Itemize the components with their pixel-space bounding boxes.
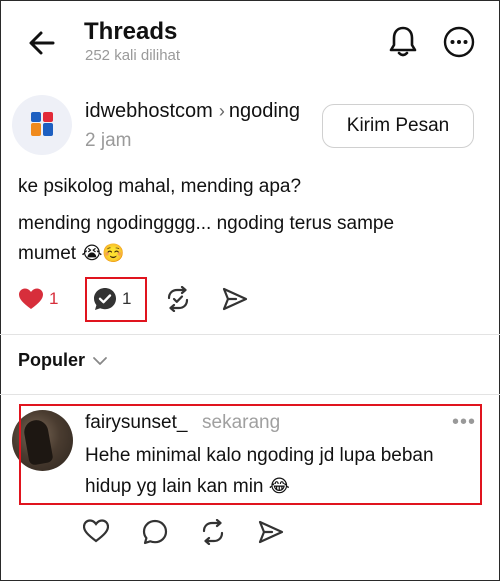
view-count: 252 kali dilihat <box>85 47 181 64</box>
back-button[interactable] <box>26 28 58 58</box>
share-icon <box>258 520 284 544</box>
section-divider <box>0 334 500 335</box>
heart-icon <box>82 519 110 543</box>
comment-share-button[interactable] <box>258 520 284 549</box>
send-message-button[interactable]: Kirim Pesan <box>322 104 474 148</box>
sort-dropdown[interactable]: Populer <box>18 350 109 371</box>
page-title: Threads <box>84 18 178 45</box>
post-text-line-3-words: mumet <box>18 243 77 264</box>
bell-icon <box>389 26 417 57</box>
reply-highlight-box <box>85 277 147 322</box>
heart-icon <box>19 288 43 309</box>
repost-icon <box>202 518 224 546</box>
post-text-line-2: mending ngodingggg... ngoding terus samp… <box>18 213 395 234</box>
post-topic[interactable]: ngoding <box>229 100 300 122</box>
post-author-name[interactable]: idwebhostcom <box>85 100 213 122</box>
like-count: 1 <box>49 289 59 308</box>
comment-repost-button[interactable] <box>199 518 227 550</box>
like-button[interactable]: 1 <box>18 287 58 311</box>
post-text-line-1: ke psikolog mahal, mending apa? <box>18 176 302 197</box>
repost-icon <box>167 286 189 312</box>
share-icon <box>222 287 248 311</box>
more-options-icon <box>443 26 475 58</box>
author-avatar[interactable] <box>12 95 72 155</box>
back-arrow-icon <box>29 31 55 55</box>
chevron-right-icon: › <box>218 101 225 121</box>
sort-label: Populer <box>18 350 86 370</box>
chevron-down-icon <box>93 356 107 365</box>
share-button[interactable] <box>222 287 248 311</box>
comment-like-button[interactable] <box>82 519 110 548</box>
section-divider <box>0 394 500 395</box>
post-emoji: 😭☺️ <box>81 243 125 264</box>
post-time: 2 jam <box>85 130 132 151</box>
repost-button[interactable] <box>164 286 192 312</box>
post-author-line[interactable]: idwebhostcom › ngoding <box>85 100 300 123</box>
comment-reply-button[interactable] <box>142 519 168 550</box>
notifications-button[interactable] <box>387 24 419 58</box>
post-text-line-3: mumet 😭☺️ <box>18 243 125 265</box>
reply-icon <box>142 519 168 545</box>
brand-logo-icon <box>31 112 53 136</box>
more-options-button[interactable] <box>443 26 475 58</box>
comment-highlight-box <box>19 404 482 505</box>
